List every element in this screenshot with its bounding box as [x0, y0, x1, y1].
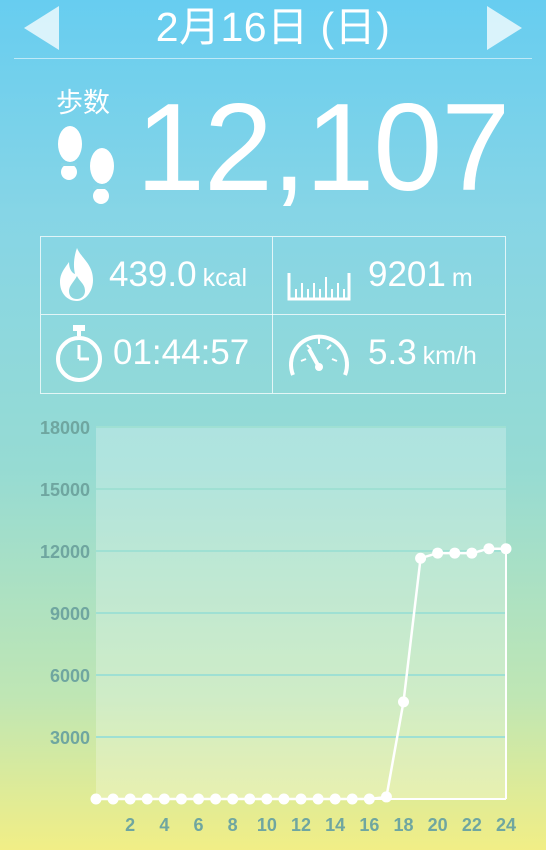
- x-tick-label: 14: [325, 815, 345, 835]
- data-point: [261, 793, 273, 805]
- ruler-icon: [287, 273, 351, 301]
- data-point: [193, 793, 204, 805]
- x-tick-label: 2: [125, 815, 135, 835]
- data-point: [90, 793, 102, 805]
- speed-unit: km/h: [422, 342, 477, 370]
- data-point: [312, 793, 324, 805]
- data-point: [278, 793, 290, 805]
- distance-unit: m: [451, 264, 473, 292]
- data-point: [398, 696, 409, 708]
- steps-label: 歩数: [56, 88, 110, 118]
- data-point: [415, 552, 427, 564]
- x-tick-label: 20: [428, 815, 448, 835]
- data-point: [432, 547, 444, 559]
- data-point: [175, 793, 187, 805]
- data-point: [158, 793, 170, 805]
- data-point: [466, 547, 478, 559]
- x-tick-label: 22: [462, 815, 482, 835]
- footprints-icon: [58, 126, 114, 204]
- flame-icon: [60, 248, 93, 301]
- x-tick-label: 12: [291, 815, 311, 835]
- x-tick-label: 10: [257, 815, 277, 835]
- date-header: 2月16日 (日): [0, 0, 546, 58]
- stats-grid: 439.0 kcal 9201 m 01:44:57 5.3 km/h: [40, 236, 506, 394]
- data-point: [244, 793, 256, 805]
- data-point: [500, 543, 512, 555]
- data-point: [449, 547, 461, 559]
- distance-stat: 9201 m: [368, 255, 473, 298]
- header-divider: [14, 58, 532, 59]
- data-point: [346, 793, 358, 805]
- calories-cell: 439.0 kcal: [41, 237, 272, 314]
- chart-canvas: 3000600090001200015000180002 4 6 8 10 12 14 16 1…: [40, 418, 516, 835]
- data-point: [227, 793, 239, 805]
- time-stat: 01:44:57: [113, 333, 249, 373]
- speed-stat: 5.3 km/h: [368, 333, 477, 376]
- distance-value: 9201: [368, 255, 446, 294]
- data-point: [141, 793, 153, 805]
- distance-cell: 9201 m: [273, 237, 504, 314]
- y-tick-label: 6000: [50, 666, 90, 686]
- x-tick-label: 16: [359, 815, 379, 835]
- x-tick-label: 18: [393, 815, 413, 835]
- steps-summary: 歩数 12,107: [0, 80, 546, 220]
- data-point: [363, 793, 375, 805]
- data-point: [483, 543, 495, 555]
- x-tick-label: 6: [193, 815, 203, 835]
- y-tick-label: 18000: [40, 418, 90, 438]
- triangle-right-icon: [487, 6, 522, 50]
- x-tick-label: 24: [496, 815, 516, 835]
- x-tick-label: 8: [228, 815, 238, 835]
- data-point: [124, 793, 136, 805]
- data-point: [295, 793, 307, 805]
- speedometer-icon: [289, 334, 349, 376]
- hourly-steps-chart: 3000 6000 9000 12000 15000 18000 2 4 6 8 10 12 14 16 1…: [0, 410, 546, 850]
- date-title: 2月16日 (日): [155, 4, 391, 50]
- calories-unit: kcal: [202, 264, 248, 292]
- y-tick-label: 15000: [40, 480, 90, 500]
- x-tick-label: 4: [159, 815, 169, 835]
- calories-stat: 439.0 kcal: [109, 255, 247, 298]
- data-point: [210, 793, 222, 805]
- time-cell: 01:44:57: [41, 315, 272, 392]
- y-tick-label: 3000: [50, 728, 90, 748]
- y-tick-label: 12000: [40, 542, 90, 562]
- calories-value: 439.0: [109, 255, 197, 294]
- next-day-button[interactable]: [484, 6, 524, 50]
- speed-cell: 5.3 km/h: [273, 315, 504, 392]
- time-value: 01:44:57: [113, 333, 250, 372]
- data-point: [107, 793, 119, 805]
- data-point: [329, 793, 341, 805]
- speed-value: 5.3: [368, 333, 417, 372]
- data-point: [380, 791, 392, 803]
- y-tick-label: 9000: [50, 604, 90, 624]
- steps-count: 12,107: [136, 79, 510, 217]
- stopwatch-icon: [56, 325, 102, 382]
